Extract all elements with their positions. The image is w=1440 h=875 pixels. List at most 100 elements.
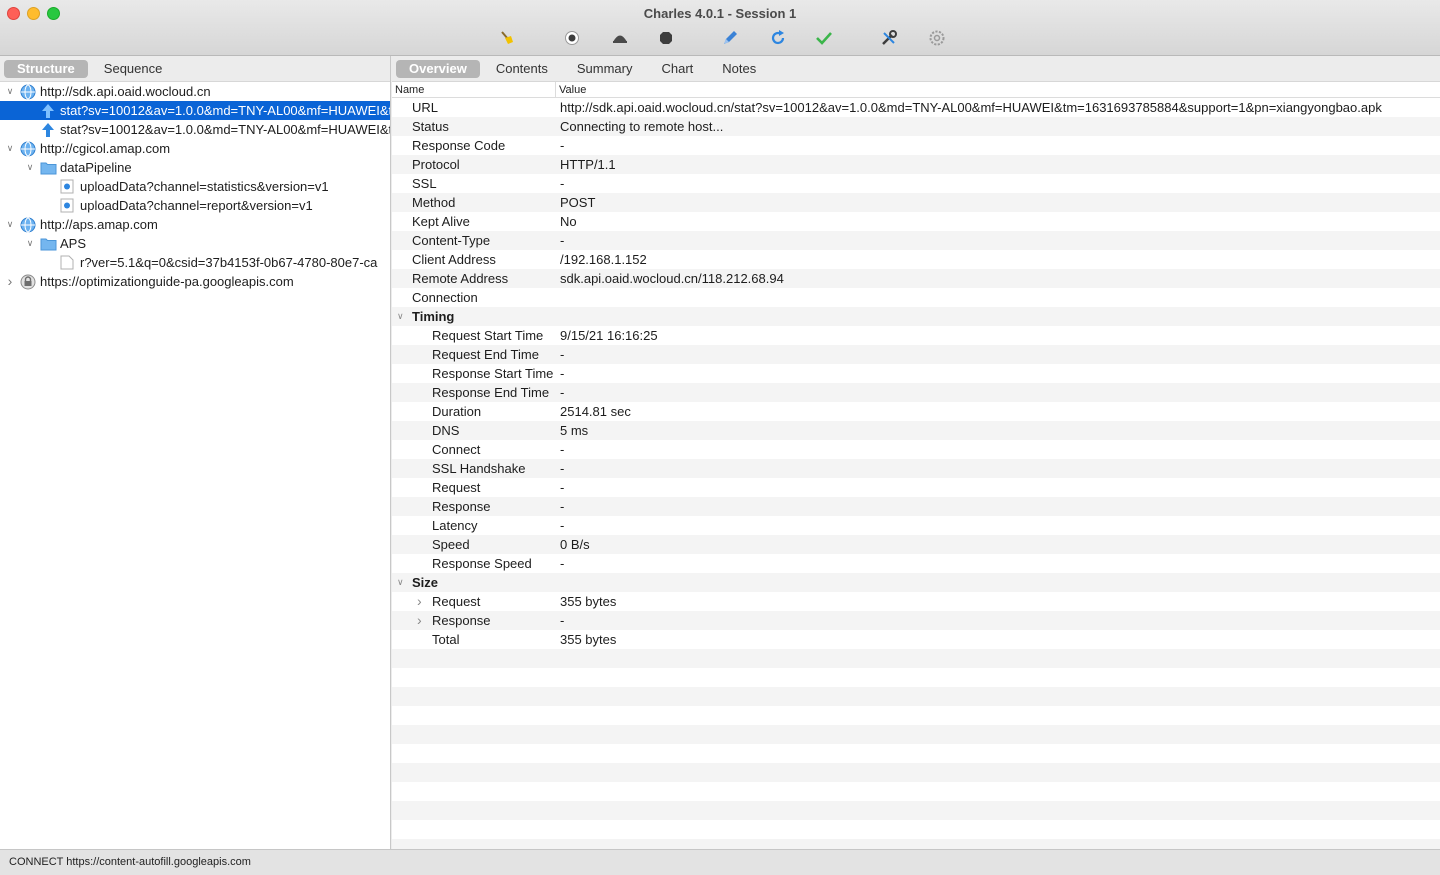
tree-item-label: uploadData?channel=statistics&version=v1 [80,179,329,194]
overview-row[interactable]: Request End Time - [392,345,1440,364]
overview-row[interactable]: Request Start Time 9/15/21 16:16:25 [392,326,1440,345]
tree-item[interactable]: ∨ http://cgicol.amap.com [0,139,390,158]
disclosure-open-icon[interactable]: ∨ [397,307,404,326]
overview-row[interactable]: Response Speed - [392,554,1440,573]
overview-row[interactable]: Content-Type - [392,231,1440,250]
broom-icon[interactable] [496,27,518,49]
overview-key: Request Start Time [432,328,544,343]
overview-row[interactable]: URL http://sdk.api.oaid.wocloud.cn/stat?s… [392,98,1440,117]
record-icon[interactable] [561,27,583,49]
file-icon [60,255,76,270]
window-title: Charles 4.0.1 - Session 1 [643,6,797,21]
overview-value: - [560,461,565,476]
overview-value: No [560,214,577,229]
disclosure-closed-icon[interactable]: › [4,272,16,291]
overview-value: - [560,385,565,400]
disclosure-open-icon[interactable]: ∨ [24,234,36,253]
overview-column-header: Name Value [392,82,1440,98]
tab-overview[interactable]: Overview [396,59,480,78]
breakpoint-icon[interactable] [655,27,677,49]
tree-item[interactable]: stat?sv=10012&av=1.0.0&md=TNY-AL00&mf=HU… [0,120,390,139]
disclosure-open-icon[interactable]: ∨ [397,573,404,592]
overview-key: URL [412,100,439,115]
overview-row[interactable]: SSL Handshake - [392,459,1440,478]
overview-row[interactable]: Status Connecting to remote host... [392,117,1440,136]
tree-item[interactable]: r?ver=5.1&q=0&csid=37b4153f-0b67-4780-80… [0,253,390,272]
disclosure-closed-icon[interactable]: › [417,592,422,611]
overview-row[interactable]: Remote Address sdk.api.oaid.wocloud.cn/11… [392,269,1440,288]
empty-row [392,725,1440,744]
lock-icon [20,274,36,290]
overview-key: SSL Handshake [432,461,526,476]
disclosure-open-icon[interactable]: ∨ [24,158,36,177]
tab-contents[interactable]: Contents [483,60,561,78]
overview-row[interactable]: › Request 355 bytes [392,592,1440,611]
overview-key: Response Speed [432,556,532,571]
column-value-header[interactable]: Value [556,82,586,97]
overview-row[interactable]: Response Code - [392,136,1440,155]
overview-row[interactable]: Response - [392,497,1440,516]
overview-row[interactable]: Speed 0 B/s [392,535,1440,554]
overview-section[interactable]: ∨ Size [392,573,1440,592]
overview-row[interactable]: › Response - [392,611,1440,630]
overview-key: Latency [432,518,478,533]
host-tree: ∨ http://sdk.api.oaid.wocloud.cn stat?sv=1… [0,82,390,291]
tree-item[interactable]: uploadData?channel=report&version=v1 [0,196,390,215]
tab-sequence[interactable]: Sequence [91,60,176,78]
overview-key: Remote Address [412,271,509,286]
disclosure-open-icon[interactable]: ∨ [4,215,16,234]
overview-value: - [560,556,565,571]
compose-icon[interactable] [719,27,741,49]
tab-chart[interactable]: Chart [649,60,707,78]
tools-icon[interactable] [878,27,900,49]
overview-row[interactable]: SSL - [392,174,1440,193]
tree-item[interactable]: ∨ APS [0,234,390,253]
overview-key: Request [432,480,481,495]
tree-item[interactable]: › https://optimizationguide-pa.googleapis… [0,272,390,291]
tree-item[interactable]: ∨ dataPipeline [0,158,390,177]
overview-row[interactable]: Response Start Time - [392,364,1440,383]
tree-item[interactable]: ∨ http://aps.amap.com [0,215,390,234]
overview-row[interactable]: Kept Alive No [392,212,1440,231]
empty-row [392,744,1440,763]
empty-row [392,820,1440,839]
overview-key: Timing [412,309,455,324]
settings-icon[interactable] [926,27,948,49]
overview-row[interactable]: Connection [392,288,1440,307]
tree-item[interactable]: stat?sv=10012&av=1.0.0&md=TNY-AL00&mf=HU… [0,101,390,120]
overview-row[interactable]: Client Address/192.168.1.152 [392,250,1440,269]
overview-value: 355 bytes [560,632,617,647]
tree-item-label: stat?sv=10012&av=1.0.0&md=TNY-AL00&mf=HU… [60,122,390,137]
overview-row[interactable]: Duration 2514.81 sec [392,402,1440,421]
tree-item-label: r?ver=5.1&q=0&csid=37b4153f-0b67-4780-80… [80,255,378,270]
tree-item[interactable]: ∨ http://sdk.api.oaid.wocloud.cn [0,82,390,101]
overview-key: DNS [432,423,460,438]
column-name-header[interactable]: Name [392,82,556,97]
tab-structure[interactable]: Structure [4,59,88,78]
overview-row[interactable]: Total 355 bytes [392,630,1440,649]
disclosure-closed-icon[interactable]: › [417,611,422,630]
overview-row[interactable]: DNS 5 ms [392,421,1440,440]
tab-notes[interactable]: Notes [709,60,769,78]
throttle-icon[interactable] [609,27,631,49]
disclosure-open-icon[interactable]: ∨ [4,139,16,158]
overview-value: - [560,613,565,628]
validate-icon[interactable] [813,27,835,49]
overview-key: Connect [432,442,481,457]
empty-row [392,687,1440,706]
overview-value: HTTP/1.1 [560,157,616,172]
overview-row[interactable]: Latency - [392,516,1440,535]
tree-item[interactable]: uploadData?channel=statistics&version=v1 [0,177,390,196]
disclosure-open-icon[interactable]: ∨ [4,82,16,101]
overview-key: SSL [412,176,437,191]
overview-row[interactable]: Response End Time - [392,383,1440,402]
overview-row[interactable]: Connect - [392,440,1440,459]
repeat-icon[interactable] [767,27,789,49]
overview-row[interactable]: Request - [392,478,1440,497]
tab-summary[interactable]: Summary [564,60,646,78]
overview-row[interactable]: Protocol HTTP/1.1 [392,155,1440,174]
overview-key: Protocol [412,157,460,172]
empty-row [392,782,1440,801]
overview-row[interactable]: Method POST [392,193,1440,212]
overview-section[interactable]: ∨ Timing [392,307,1440,326]
